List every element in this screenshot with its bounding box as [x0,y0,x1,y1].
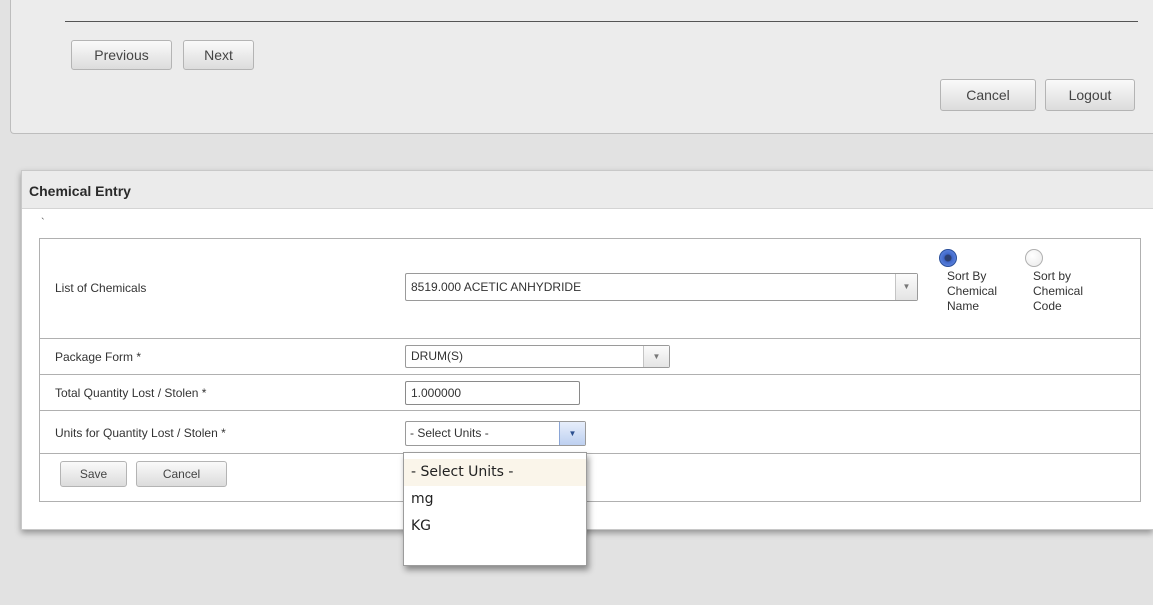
sort-by-code-radio[interactable]: Sort by Chemical Code [1025,249,1105,314]
quantity-input[interactable] [405,381,580,405]
units-select-value: - Select Units - [410,426,489,440]
chemicals-select-value: 8519.000 ACETIC ANHYDRIDE [411,280,582,294]
package-form-label: Package Form * [55,350,142,364]
units-label: Units for Quantity Lost / Stolen * [55,426,226,440]
logout-button[interactable]: Logout [1045,79,1135,111]
chemicals-row: List of Chemicals 8519.000 ACETIC ANHYDR… [40,239,1140,339]
package-form-select-value: DRUM(S) [411,349,463,363]
sort-by-name-label: Sort By Chemical Name [947,269,998,313]
units-row: Units for Quantity Lost / Stolen * - Sel… [40,411,1140,454]
units-dropdown-list: - Select Units - mg KG [403,452,587,566]
panel-title: Chemical Entry [22,171,1153,209]
units-option[interactable]: mg [404,486,586,513]
sort-by-name-radio[interactable]: Sort By Chemical Name [939,249,1019,314]
chemical-entry-panel: Chemical Entry ` List of Chemicals 8519.… [21,170,1153,530]
chemical-form: List of Chemicals 8519.000 ACETIC ANHYDR… [39,238,1141,502]
units-option[interactable]: KG [404,513,586,540]
units-select[interactable]: - Select Units - ▼ [405,421,586,446]
quantity-label: Total Quantity Lost / Stolen * [55,386,207,400]
quantity-row: Total Quantity Lost / Stolen * [40,375,1140,411]
chevron-down-icon[interactable]: ▼ [643,346,669,367]
package-form-row: Package Form * DRUM(S) ▼ [40,339,1140,375]
units-option[interactable]: - Select Units - [404,459,586,486]
cancel-form-button[interactable]: Cancel [136,461,227,487]
divider [65,21,1138,22]
chemicals-select[interactable]: 8519.000 ACETIC ANHYDRIDE ▼ [405,273,918,301]
cancel-button[interactable]: Cancel [940,79,1036,111]
chevron-down-icon[interactable]: ▼ [895,274,917,300]
chemicals-label: List of Chemicals [55,281,147,295]
stray-mark: ` [41,217,45,229]
sort-by-code-label: Sort by Chemical Code [1033,269,1084,313]
actions-row: Save Cancel [40,454,1140,503]
radio-unselected-icon[interactable] [1025,249,1043,267]
next-button[interactable]: Next [183,40,254,70]
package-form-select[interactable]: DRUM(S) ▼ [405,345,670,368]
chevron-down-icon[interactable]: ▼ [559,422,585,445]
save-button[interactable]: Save [60,461,127,487]
top-nav-panel: Previous Next Cancel Logout [10,0,1153,134]
radio-selected-icon[interactable] [939,249,957,267]
previous-button[interactable]: Previous [71,40,172,70]
